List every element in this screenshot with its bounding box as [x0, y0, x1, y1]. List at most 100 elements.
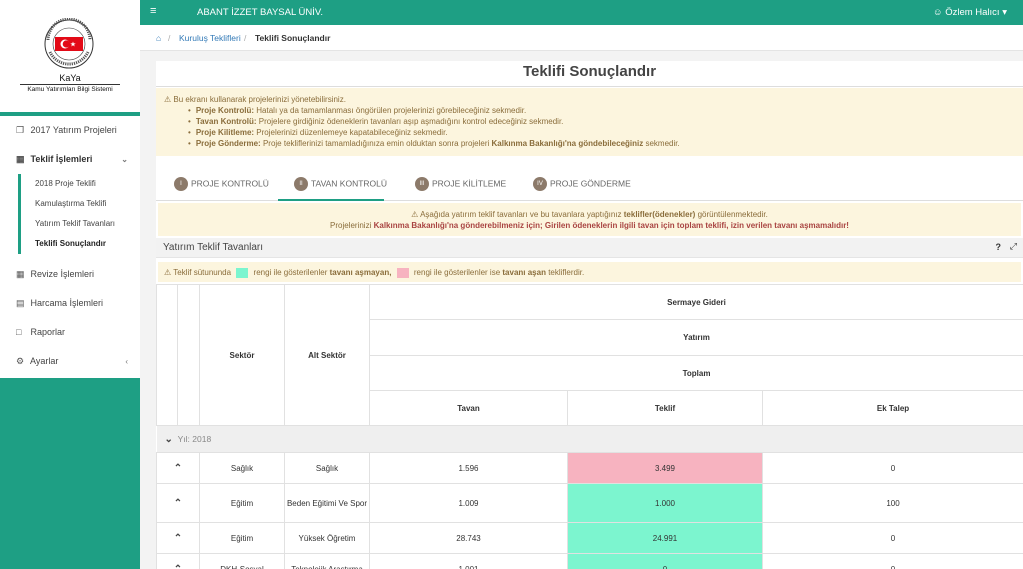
info-item: Proje Kilitleme: Projelerinizi düzenleme… [164, 127, 1015, 138]
info-item-key: Proje Kilitleme: [195, 128, 255, 137]
sidebar-item-label: Ayarlar [30, 356, 59, 366]
chevron-up-icon[interactable]: ⌃ [174, 564, 182, 569]
legend-text-bold: tavanı aşmayan, [329, 268, 392, 278]
university-name: ABANT İZZET BAYSAL ÜNİV. [197, 7, 324, 18]
menu-toggle-icon[interactable]: ≡ [150, 5, 156, 17]
gear-icon: ⚙ [16, 356, 25, 366]
header-empty [177, 284, 200, 426]
cell-teklif-ok: 24.991 [567, 522, 763, 554]
legend-text: tekliflerdir. [548, 268, 585, 278]
tab-proje-gonderme[interactable]: IV PROJE GÖNDERME [533, 177, 631, 201]
sidebar-item-label: Teklif İşlemleri [30, 154, 93, 164]
section-title: Yatırım Teklif Tavanları [163, 242, 264, 253]
cell-ek-talep: 0 [761, 452, 1023, 484]
app-window: KaYa Kamu Yatırımları Bilgi Sistemi ❐ 20… [0, 0, 1023, 569]
legend-text-bold: tavanı aşan [502, 268, 546, 278]
home-icon[interactable]: ⌂ [156, 33, 161, 43]
info-intro-row: ⚠ Bu ekranı kullanarak projelerinizi yön… [164, 94, 1015, 105]
breadcrumb-current: Teklifi Sonuçlandır [255, 33, 331, 43]
tab-proje-kontrolu[interactable]: I PROJE KONTROLÜ [174, 177, 269, 201]
header-tavan[interactable]: Tavan [369, 390, 568, 426]
tab-tavan-kontrolu[interactable]: II TAVAN KONTROLÜ [278, 177, 388, 201]
expand-row-toggle[interactable]: ⌃ [156, 483, 200, 523]
warning-line-2: Projelerinizi Kalkınma Bakanlığı'na gönd… [158, 220, 1021, 231]
brand-name: KaYa [59, 73, 81, 83]
cell-sub-sector: Yüksek Öğretim [284, 522, 370, 554]
file-icon: □ [16, 327, 22, 337]
sidebar-item-revize-islemleri[interactable]: ▦ Revize İşlemleri [0, 260, 140, 289]
warning-icon: ⚠ [411, 210, 419, 219]
expand-row-toggle[interactable]: ⌃ [156, 553, 200, 569]
chevron-down-icon[interactable]: ⌄ [165, 434, 173, 445]
info-item-text: Proje tekliflerinizi tamamladığınıza emi… [262, 139, 490, 148]
page-title: Teklifi Sonuçlandır [522, 63, 657, 80]
sidebar-item-teklif-islemleri[interactable]: ▦ Teklif İşlemleri ⌄ [0, 145, 140, 174]
table-row: ⌃ Sağlık Sağlık 1.596 3.499 0 [156, 452, 1023, 484]
sidebar-item-ayarlar[interactable]: ⚙ Ayarlar ‹ [0, 347, 140, 376]
expand-row-toggle[interactable]: ⌃ [156, 522, 200, 554]
help-button[interactable]: ? [996, 242, 1002, 252]
chevron-up-icon[interactable]: ⌃ [174, 463, 182, 474]
caret-down-icon: ▾ [1002, 7, 1007, 18]
wizard-tabs: I PROJE KONTROLÜ II TAVAN KONTROLÜ III PROJ… [156, 173, 1023, 201]
chevron-up-icon[interactable]: ⌃ [174, 498, 182, 509]
info-item-text: Hatalı ya da tamamlanması öngörülen proj… [256, 106, 527, 115]
sidebar-subitem-yatirim-teklif-tavanlari[interactable]: Yatırım Teklif Tavanları [21, 214, 140, 234]
calculator-icon: ▦ [16, 269, 25, 279]
cell-tavan: 1.596 [369, 452, 568, 484]
tab-number: III [415, 177, 429, 191]
sidebar-item-label: Raporlar [30, 327, 66, 337]
cell-sub-sector: Beden Eğitimi Ve Spor [284, 483, 370, 523]
breadcrumb-separator: / [168, 33, 171, 43]
table-group-row[interactable]: ⌄ Yıl: 2018 [156, 425, 1023, 453]
info-item-key: Tavan Kontrolü: [195, 117, 257, 126]
group-label[interactable]: ⌄ Yıl: 2018 [156, 425, 1023, 453]
sidebar-item-harcama-islemleri[interactable]: ▤ Harcama İşlemleri [0, 289, 140, 318]
header-teklif[interactable]: Teklif [567, 390, 763, 426]
tab-label: PROJE GÖNDERME [550, 178, 631, 189]
info-item: Tavan Kontrolü: Projelere girdiğiniz öde… [164, 116, 1015, 127]
legend-text: rengi ile gösterilenler ise [413, 268, 501, 278]
expand-icon[interactable]: ⤢ [1010, 241, 1017, 252]
sidebar-subitem-kamulastirma-teklifi[interactable]: Kamulaştırma Teklifi [21, 194, 140, 214]
warning-text: görüntülenmektedir. [697, 210, 768, 219]
chevron-up-icon[interactable]: ⌃ [174, 533, 182, 544]
sidebar-item-raporlar[interactable]: □ Raporlar [0, 318, 140, 347]
table-header-row: Sektör Alt Sektör Sermaye Gideri [156, 284, 1023, 426]
user-name: Özlem Halıcı [945, 7, 1000, 18]
info-item: Proje Kontrolü: Hatalı ya da tamamlanmas… [164, 105, 1015, 116]
cell-sector: Eğitim [199, 522, 285, 554]
user-menu[interactable]: ☺ Özlem Halıcı ▾ [933, 7, 1007, 18]
warning-text: Projelerinizi [330, 221, 372, 230]
legend-swatch-over [396, 268, 409, 278]
copy-icon: ❐ [16, 125, 25, 135]
cell-sector: DKH-Sosyal [199, 553, 285, 569]
tab-label: TAVAN KONTROLÜ [311, 178, 388, 189]
divider [156, 86, 1023, 87]
header-empty [156, 284, 178, 426]
sidebar-subitem-teklifi-sonuclandir[interactable]: Teklifi Sonuçlandır [21, 234, 140, 254]
logo-area: KaYa Kamu Yatırımları Bilgi Sistemi [0, 0, 140, 112]
sidebar-menu: ❐ 2017 Yatırım Projeleri ▦ Teklif İşleml… [0, 116, 140, 378]
sidebar-submenu: 2018 Proje Teklifi Kamulaştırma Teklifi … [18, 174, 140, 254]
breadcrumb: ⌂ / Kuruluş Teklifleri / Teklifi Sonuçla… [140, 25, 1023, 51]
cell-sector: Sağlık [199, 452, 285, 484]
header-group-toplam: Toplam [368, 355, 1023, 391]
section-header: Yatırım Teklif Tavanları ? ⤢ [156, 238, 1023, 258]
cell-tavan: 1.009 [369, 483, 568, 523]
tab-number: I [174, 177, 188, 191]
expand-row-toggle[interactable]: ⌃ [156, 452, 200, 484]
sidebar-item-2017-projects[interactable]: ❐ 2017 Yatırım Projeleri [0, 116, 140, 145]
sidebar-subitem-2018-proje-teklifi[interactable]: 2018 Proje Teklifi [21, 174, 140, 194]
table-row: ⌃ Eğitim Beden Eğitimi Ve Spor 1.009 1.0… [156, 483, 1023, 523]
top-navbar: ≡ ABANT İZZET BAYSAL ÜNİV. ☺ Özlem Halıc… [140, 0, 1023, 25]
breadcrumb-kurulus-teklifleri[interactable]: Kuruluş Teklifleri [179, 33, 241, 43]
header-ek-talep[interactable]: Ek Talep [761, 390, 1023, 426]
tab-proje-kilitleme[interactable]: III PROJE KİLİTLEME [415, 177, 506, 201]
header-sector[interactable]: Sektör [199, 284, 285, 426]
header-sub-sector[interactable]: Alt Sektör [284, 284, 370, 426]
group-year: Yıl: 2018 [177, 433, 212, 444]
sidebar: KaYa Kamu Yatırımları Bilgi Sistemi ❐ 20… [0, 0, 140, 569]
table-row: ⌃ DKH-Sosyal Teknolojik Araştırma 1.001 … [156, 553, 1023, 569]
cell-tavan: 1.001 [369, 553, 568, 569]
